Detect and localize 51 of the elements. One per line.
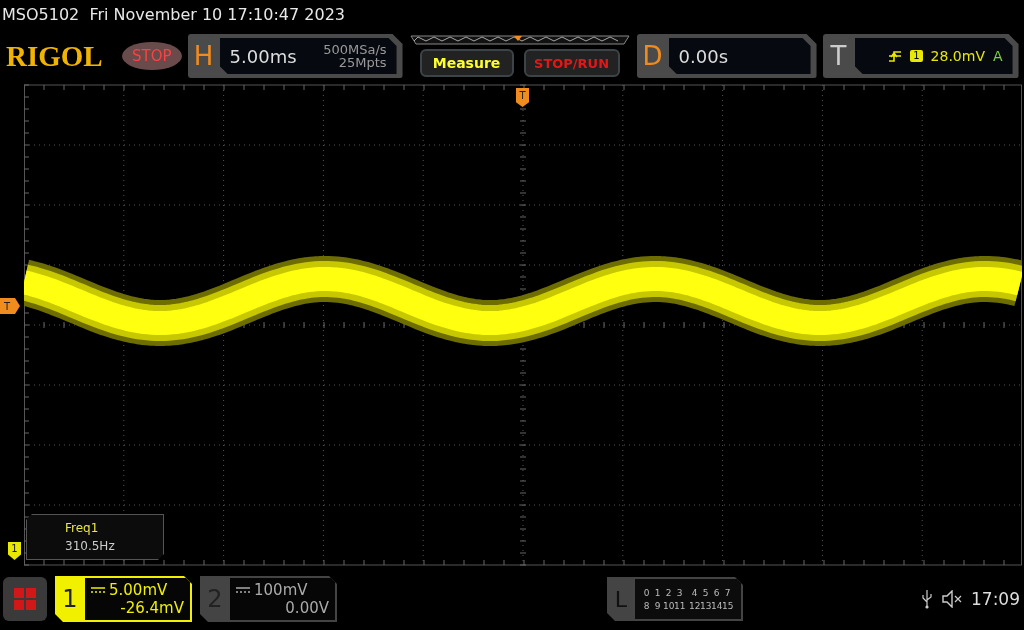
logic-channel-number: 10 xyxy=(663,600,674,611)
usb-icon xyxy=(921,589,933,609)
logic-channel-number: 4 xyxy=(690,587,699,598)
trigger-position-marker[interactable]: T xyxy=(516,88,529,107)
logic-channel-number: 9 xyxy=(653,600,662,611)
dc-coupling-icon xyxy=(91,586,105,594)
logic-channel-number: 0 xyxy=(642,587,651,598)
sample-rate: 500MSa/s xyxy=(323,43,387,56)
delay-panel[interactable]: D 0.00s xyxy=(636,34,817,78)
horizontal-label: H xyxy=(192,40,215,73)
trigger-label: T xyxy=(829,40,848,73)
speaker-muted-icon[interactable] xyxy=(941,590,963,608)
trigger-panel[interactable]: T 1 28.0mV A xyxy=(822,34,1019,78)
rising-edge-icon xyxy=(888,49,903,63)
measurement-name: Freq1 xyxy=(65,521,100,535)
window-title: MSO5102 Fri November 10 17:10:47 2023 xyxy=(1,4,347,26)
menu-button[interactable] xyxy=(3,577,47,621)
logic-channel-number: 6 xyxy=(712,587,721,598)
measurement-value: 310.5Hz xyxy=(65,539,116,553)
memory-depth: 25Mpts xyxy=(338,56,387,69)
four-squares-icon xyxy=(13,587,37,611)
logic-channel-number: 8 xyxy=(642,600,651,611)
horizontal-panel[interactable]: H 5.00ms 500MSa/s 25Mpts xyxy=(187,34,403,78)
channel-offset: -26.4mV xyxy=(120,599,184,617)
logic-channel-number: 5 xyxy=(701,587,710,598)
brand-logo: RIGOL xyxy=(6,39,104,73)
logic-channel-number: 2 xyxy=(664,587,673,598)
trigger-source-badge: 1 xyxy=(910,50,923,62)
logic-channel-number: 12 xyxy=(689,600,700,611)
delay-value: 0.00s xyxy=(678,45,728,67)
trigger-level-marker[interactable]: T xyxy=(0,298,20,314)
logic-channel-number: 1 xyxy=(653,587,662,598)
logic-channel-number: 15 xyxy=(722,600,733,611)
logic-channel-number: 3 xyxy=(675,587,684,598)
channel-offset: 0.00V xyxy=(285,599,329,617)
dc-coupling-icon xyxy=(236,586,250,594)
channel-scale: 5.00mV xyxy=(109,581,168,599)
logic-channel-number: 7 xyxy=(723,587,732,598)
logic-channel-number: 14 xyxy=(711,600,722,611)
logic-channel-number: 11 xyxy=(674,600,685,611)
trigger-mode: A xyxy=(992,48,1003,64)
delay-label: D xyxy=(641,40,664,73)
clock-time: 17:09 xyxy=(971,589,1020,609)
channel-scale: 100mV xyxy=(254,581,308,599)
trigger-level: 28.0mV xyxy=(930,48,985,64)
timebase-value: 5.00ms xyxy=(229,45,297,67)
channel-panel[interactable]: 1 5.00mV -26.4mV xyxy=(55,576,192,622)
measure-button[interactable]: Measure xyxy=(419,49,514,77)
channel-number: 1 xyxy=(61,584,79,615)
logic-channel-number: 13 xyxy=(700,600,711,611)
channel-marker[interactable]: 1 xyxy=(8,542,21,560)
